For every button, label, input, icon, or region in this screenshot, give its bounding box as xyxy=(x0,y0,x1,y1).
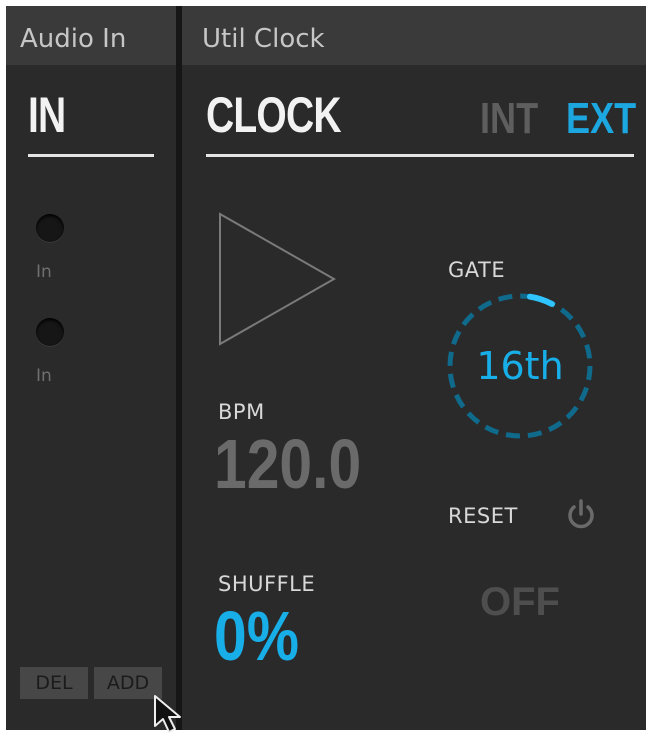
add-button[interactable]: ADD xyxy=(94,667,162,699)
audio-in-title-underline xyxy=(28,154,154,157)
reset-label: RESET xyxy=(448,504,518,528)
shuffle-label: SHUFFLE xyxy=(218,572,316,596)
clock-title: CLOCK xyxy=(206,87,342,143)
clock-title-underline xyxy=(206,154,634,157)
gate-value: 16th xyxy=(476,344,564,388)
tab-audio-in[interactable]: Audio In xyxy=(6,6,176,68)
input-jack-1-label: In xyxy=(36,262,52,282)
power-icon[interactable] xyxy=(564,498,598,532)
tab-audio-in-label: Audio In xyxy=(20,24,127,54)
bpm-value[interactable]: 120.0 xyxy=(214,424,361,504)
input-jack-1[interactable] xyxy=(36,214,64,242)
tab-util-clock-label: Util Clock xyxy=(202,24,325,54)
audio-in-panel: IN In In DEL ADD xyxy=(6,68,176,730)
mode-int-button[interactable]: INT xyxy=(480,94,538,144)
delete-button[interactable]: DEL xyxy=(20,667,88,699)
reset-value: OFF xyxy=(480,580,560,624)
clock-panel: CLOCK INT EXT BPM 120.0 SHUFFLE 0% GATE … xyxy=(182,68,646,730)
gate-label: GATE xyxy=(448,258,506,282)
play-icon[interactable] xyxy=(218,212,338,346)
shuffle-value[interactable]: 0% xyxy=(214,596,299,676)
audio-in-title: IN xyxy=(28,87,66,143)
mode-ext-button[interactable]: EXT xyxy=(566,94,636,144)
mouse-cursor-icon xyxy=(154,695,181,733)
input-jack-2-label: In xyxy=(36,366,52,386)
input-jack-2[interactable] xyxy=(36,318,64,346)
tab-util-clock[interactable]: Util Clock xyxy=(182,6,646,68)
bpm-label: BPM xyxy=(218,400,265,424)
